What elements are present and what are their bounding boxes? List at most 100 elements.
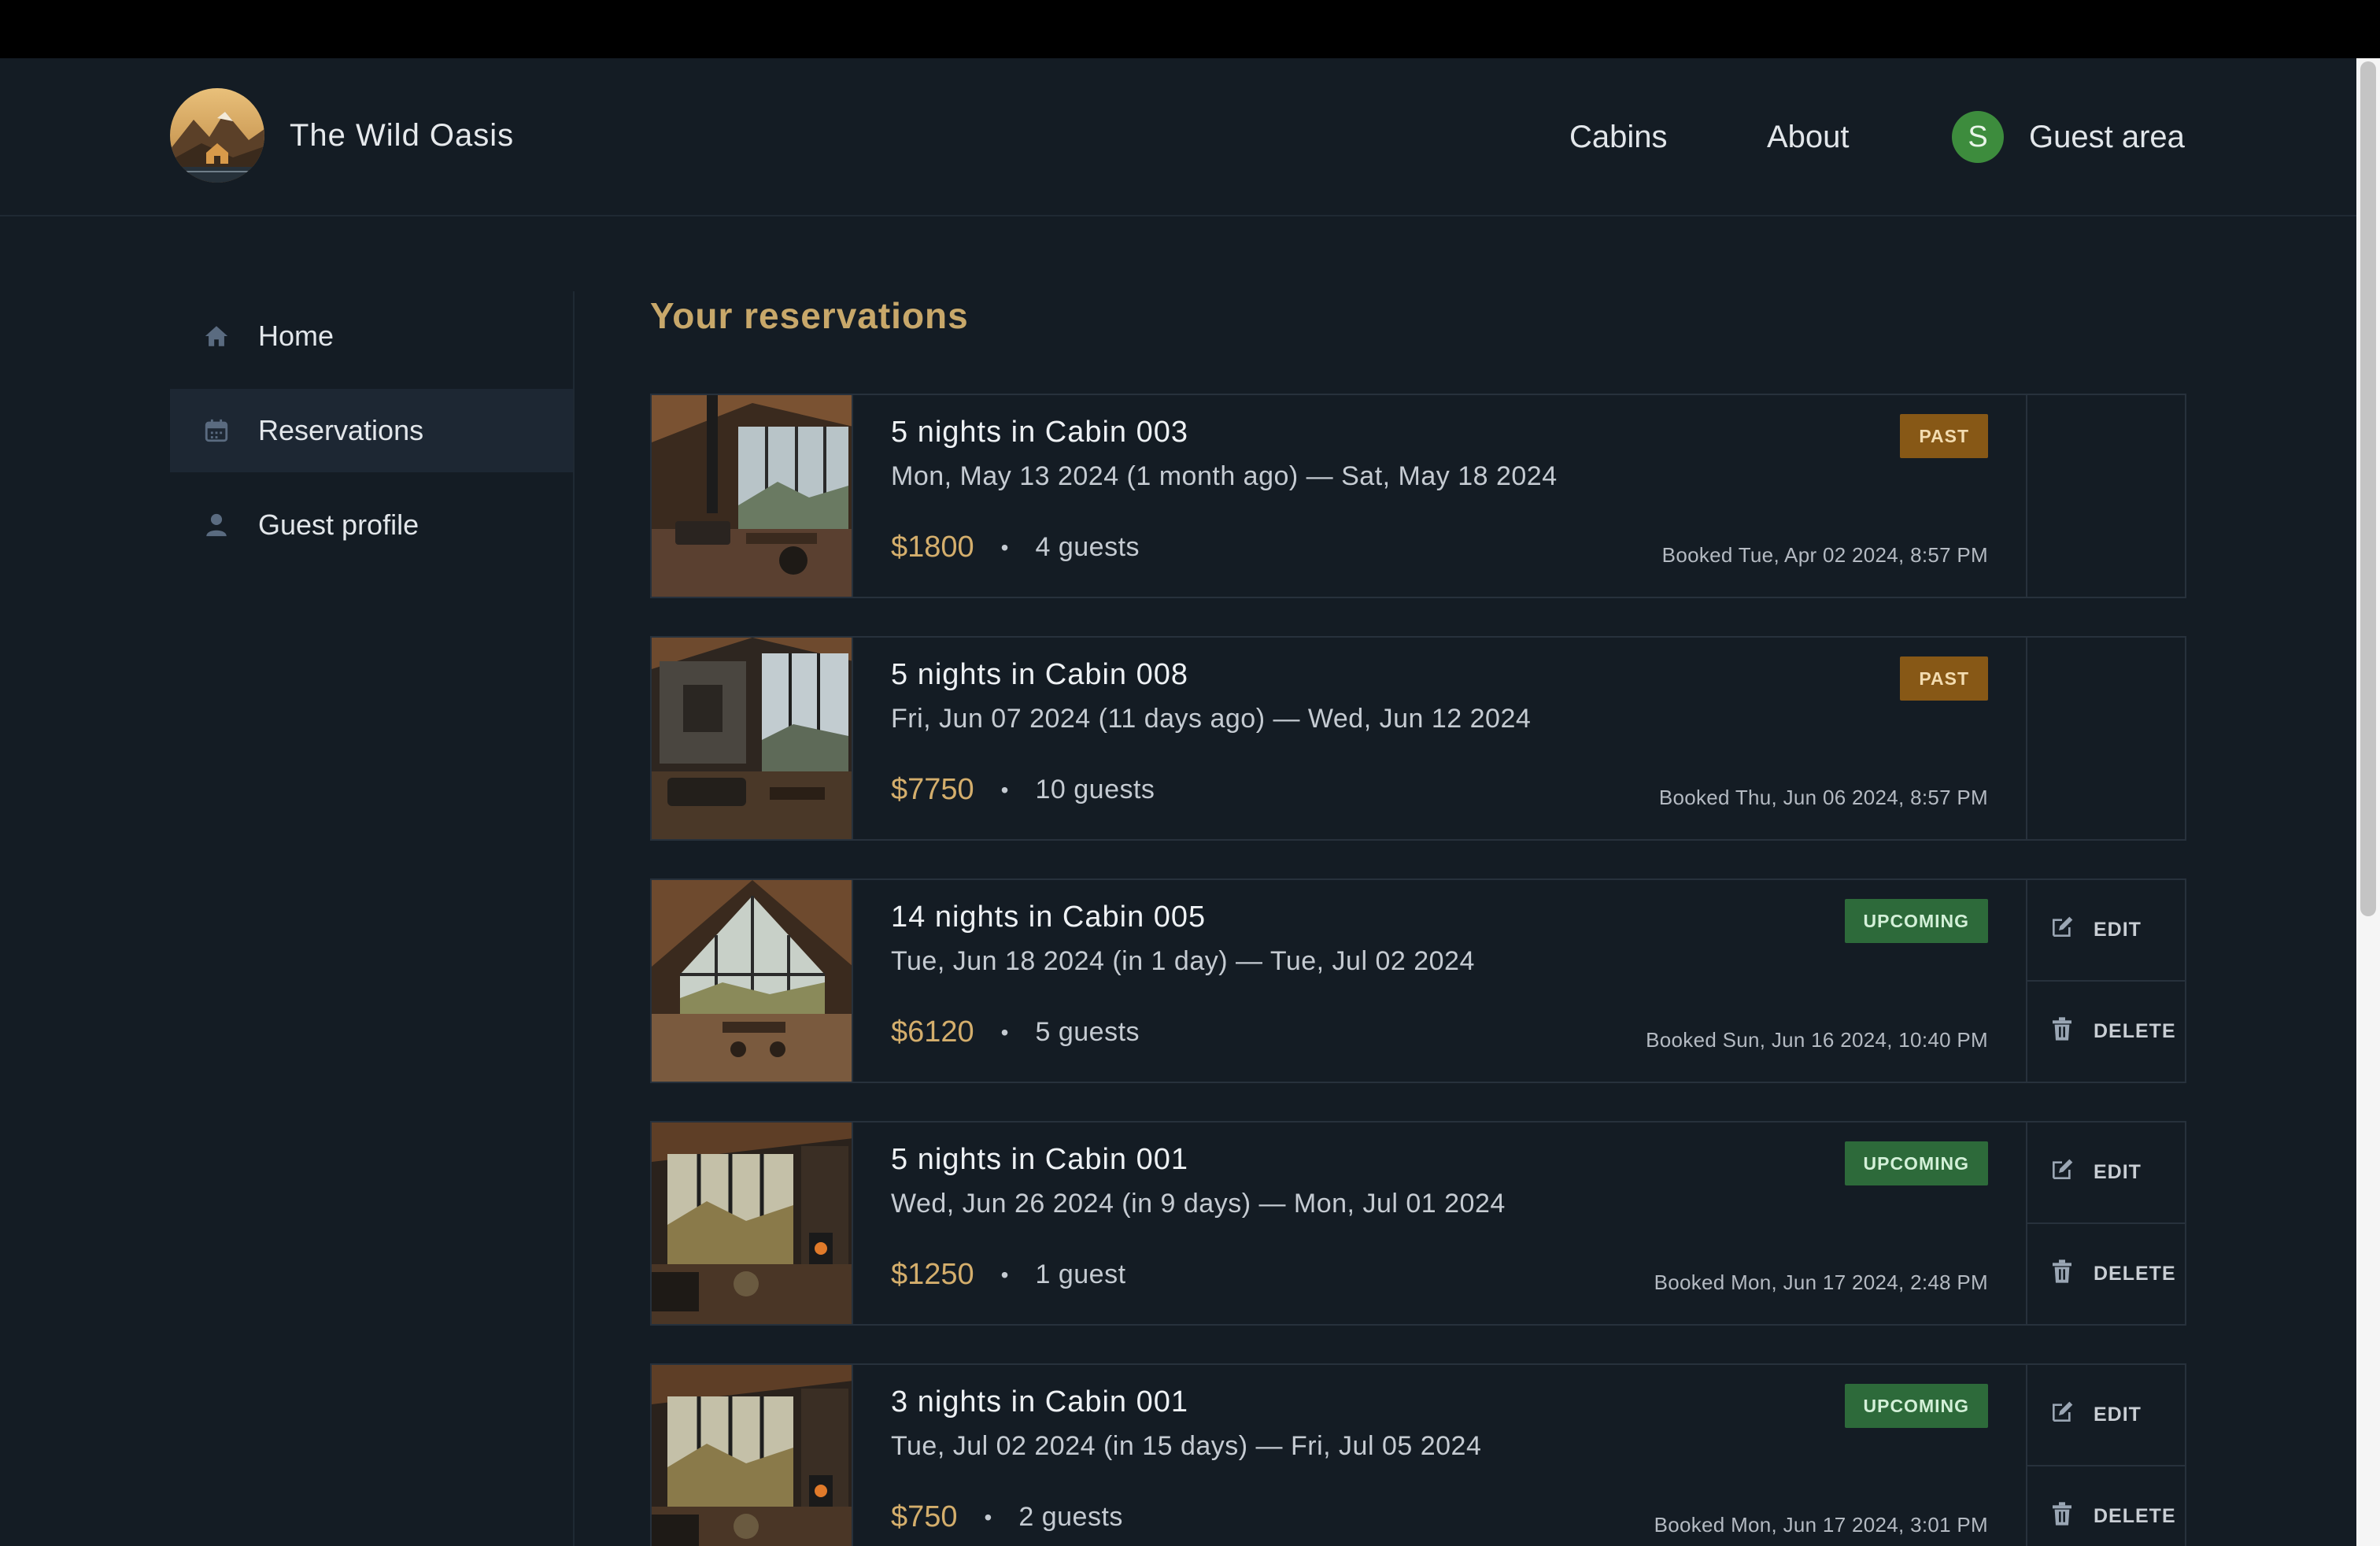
nav-guest-area[interactable]: S Guest area bbox=[1952, 58, 2185, 216]
reservation-meta: $750 • 2 guests bbox=[891, 1500, 1123, 1534]
edit-icon bbox=[2049, 915, 2075, 945]
delete-button[interactable]: DELETE bbox=[2027, 980, 2185, 1082]
sidebar-item-reservations[interactable]: Reservations bbox=[170, 389, 575, 472]
delete-label: DELETE bbox=[2094, 1505, 2176, 1527]
main-content: Your reservations 5 nights in Cabin 003 … bbox=[650, 294, 2186, 1546]
home-icon bbox=[203, 323, 230, 350]
sidebar-item-label: Home bbox=[258, 320, 334, 352]
reservation-booked-date: Booked Mon, Jun 17 2024, 2:48 PM bbox=[1654, 1270, 1988, 1294]
nav-about[interactable]: About bbox=[1767, 58, 1850, 216]
reservation-details: 5 nights in Cabin 003 Mon, May 13 2024 (… bbox=[853, 395, 2026, 597]
delete-label: DELETE bbox=[2094, 1020, 2176, 1042]
delete-button[interactable]: DELETE bbox=[2027, 1465, 2185, 1546]
sidebar: Home Reservations Guest profile bbox=[170, 294, 575, 578]
delete-button[interactable]: DELETE bbox=[2027, 1222, 2185, 1324]
reservation-meta: $7750 • 10 guests bbox=[891, 773, 1155, 807]
reservation-guests: 10 guests bbox=[1035, 775, 1155, 804]
reservation-card: 5 nights in Cabin 003 Mon, May 13 2024 (… bbox=[650, 394, 2186, 598]
cabin-image bbox=[652, 1365, 853, 1546]
edit-button[interactable]: EDIT bbox=[2027, 1365, 2185, 1465]
trash-icon bbox=[2049, 1501, 2075, 1532]
separator-dot: • bbox=[1000, 534, 1009, 560]
reservation-title: 14 nights in Cabin 005 bbox=[891, 901, 1207, 934]
user-icon bbox=[203, 512, 230, 538]
reservation-card: 5 nights in Cabin 001 Wed, Jun 26 2024 (… bbox=[650, 1121, 2186, 1326]
reservation-card: 3 nights in Cabin 001 Tue, Jul 02 2024 (… bbox=[650, 1363, 2186, 1546]
edit-label: EDIT bbox=[2094, 919, 2142, 941]
reservation-actions: EDIT DELETE bbox=[2026, 1365, 2185, 1546]
separator-dot: • bbox=[1000, 777, 1009, 802]
cabin-image bbox=[652, 880, 853, 1082]
scrollbar-thumb[interactable] bbox=[2360, 61, 2376, 916]
sidebar-item-guest-profile[interactable]: Guest profile bbox=[170, 483, 575, 567]
reservation-card: 5 nights in Cabin 008 Fri, Jun 07 2024 (… bbox=[650, 636, 2186, 841]
reservation-booked-date: Booked Sun, Jun 16 2024, 10:40 PM bbox=[1646, 1028, 1988, 1052]
app: The Wild Oasis Cabins About S Guest area… bbox=[0, 58, 2356, 1546]
reservation-title: 3 nights in Cabin 001 bbox=[891, 1385, 1189, 1418]
reservation-guests: 2 guests bbox=[1018, 1502, 1123, 1532]
edit-label: EDIT bbox=[2094, 1161, 2142, 1183]
edit-button[interactable]: EDIT bbox=[2027, 1123, 2185, 1222]
reservation-details: 14 nights in Cabin 005 Tue, Jun 18 2024 … bbox=[853, 880, 2026, 1082]
trash-icon bbox=[2049, 1259, 2075, 1289]
reservation-details: 3 nights in Cabin 001 Tue, Jul 02 2024 (… bbox=[853, 1365, 2026, 1546]
cabin-image bbox=[652, 638, 853, 839]
separator-dot: • bbox=[1000, 1019, 1009, 1045]
sidebar-item-home[interactable]: Home bbox=[170, 294, 575, 378]
page-title: Your reservations bbox=[650, 295, 969, 336]
edit-icon bbox=[2049, 1157, 2075, 1188]
nav-cabins[interactable]: Cabins bbox=[1569, 58, 1668, 216]
reservation-title: 5 nights in Cabin 001 bbox=[891, 1143, 1189, 1176]
reservation-dates: Tue, Jun 18 2024 (in 1 day) — Tue, Jul 0… bbox=[891, 946, 1475, 976]
reservation-booked-date: Booked Mon, Jun 17 2024, 3:01 PM bbox=[1654, 1513, 1988, 1537]
edit-button[interactable]: EDIT bbox=[2027, 880, 2185, 980]
reservation-price: $7750 bbox=[891, 773, 974, 806]
logo-icon bbox=[170, 88, 264, 183]
reservation-guests: 5 guests bbox=[1035, 1017, 1140, 1047]
window-top-bar bbox=[0, 0, 2380, 58]
status-badge: UPCOMING bbox=[1844, 1384, 1988, 1428]
reservation-booked-date: Booked Thu, Jun 06 2024, 8:57 PM bbox=[1658, 786, 1988, 809]
reservation-booked-date: Booked Tue, Apr 02 2024, 8:57 PM bbox=[1661, 543, 1988, 567]
avatar: S bbox=[1952, 111, 2004, 163]
reservation-details: 5 nights in Cabin 001 Wed, Jun 26 2024 (… bbox=[853, 1123, 2026, 1324]
cabin-image bbox=[652, 1123, 853, 1324]
trash-icon bbox=[2049, 1016, 2075, 1047]
reservation-dates: Wed, Jun 26 2024 (in 9 days) — Mon, Jul … bbox=[891, 1189, 1506, 1219]
reservation-price: $1800 bbox=[891, 531, 974, 564]
calendar-icon bbox=[203, 417, 230, 444]
reservation-card: 14 nights in Cabin 005 Tue, Jun 18 2024 … bbox=[650, 878, 2186, 1083]
reservation-meta: $6120 • 5 guests bbox=[891, 1015, 1140, 1049]
guest-area-label: Guest area bbox=[2029, 119, 2185, 154]
reservation-dates: Fri, Jun 07 2024 (11 days ago) — Wed, Ju… bbox=[891, 704, 1532, 734]
edit-icon bbox=[2049, 1400, 2075, 1430]
reservation-actions bbox=[2026, 395, 2185, 597]
reservation-meta: $1250 • 1 guest bbox=[891, 1258, 1126, 1292]
app-name: The Wild Oasis bbox=[290, 117, 515, 153]
reservation-title: 5 nights in Cabin 008 bbox=[891, 658, 1189, 691]
delete-label: DELETE bbox=[2094, 1263, 2176, 1285]
logo-link[interactable]: The Wild Oasis bbox=[170, 88, 514, 183]
reservation-actions: EDIT DELETE bbox=[2026, 1123, 2185, 1324]
sidebar-divider bbox=[573, 291, 575, 1546]
edit-label: EDIT bbox=[2094, 1404, 2142, 1426]
status-badge: PAST bbox=[1900, 414, 1988, 458]
reservation-price: $750 bbox=[891, 1500, 958, 1533]
separator-dot: • bbox=[1000, 1262, 1009, 1287]
reservation-meta: $1800 • 4 guests bbox=[891, 531, 1140, 564]
reservation-guests: 4 guests bbox=[1035, 532, 1140, 562]
status-badge: UPCOMING bbox=[1844, 1141, 1988, 1185]
sidebar-item-label: Guest profile bbox=[258, 509, 419, 541]
reservation-actions: EDIT DELETE bbox=[2026, 880, 2185, 1082]
status-badge: PAST bbox=[1900, 656, 1988, 701]
reservation-price: $6120 bbox=[891, 1015, 974, 1049]
cabin-image bbox=[652, 395, 853, 597]
reservation-details: 5 nights in Cabin 008 Fri, Jun 07 2024 (… bbox=[853, 638, 2026, 839]
reservation-guests: 1 guest bbox=[1035, 1259, 1126, 1289]
reservation-dates: Tue, Jul 02 2024 (in 15 days) — Fri, Jul… bbox=[891, 1431, 1482, 1461]
reservation-dates: Mon, May 13 2024 (1 month ago) — Sat, Ma… bbox=[891, 461, 1558, 491]
sidebar-item-label: Reservations bbox=[258, 414, 424, 446]
reservation-actions bbox=[2026, 638, 2185, 839]
status-badge: UPCOMING bbox=[1844, 899, 1988, 943]
reservation-title: 5 nights in Cabin 003 bbox=[891, 416, 1189, 449]
